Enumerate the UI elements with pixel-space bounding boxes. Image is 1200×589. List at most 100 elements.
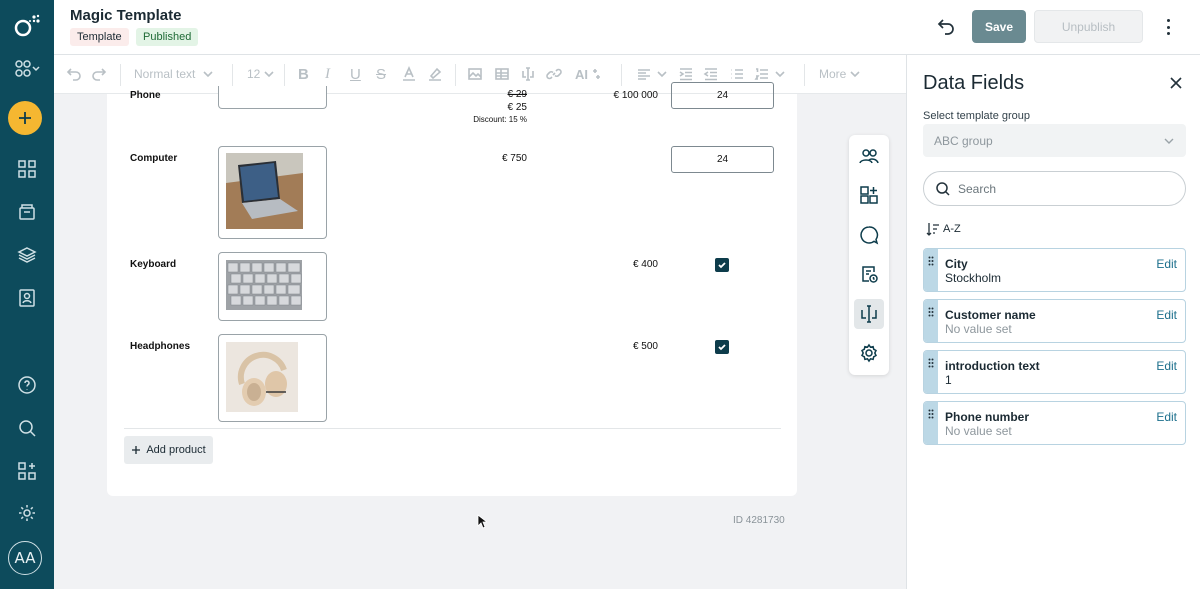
editor-toolbar: Normal text 12 B I U S AI More <box>54 55 906 94</box>
quantity-field[interactable]: 24 <box>671 82 774 109</box>
chevron-down-icon <box>203 71 213 78</box>
data-fields-icon[interactable] <box>854 299 884 329</box>
font-size-label: 12 <box>247 67 261 81</box>
italic-icon[interactable]: I <box>325 64 330 84</box>
more-options-icon[interactable] <box>1162 17 1174 37</box>
close-icon[interactable] <box>1169 76 1183 90</box>
save-button[interactable]: Save <box>972 10 1026 43</box>
numbered-list-select[interactable] <box>754 64 785 84</box>
field-name: Customer name <box>945 308 1036 322</box>
search-icon[interactable] <box>0 411 54 445</box>
recipients-icon[interactable] <box>854 141 884 171</box>
search-box[interactable] <box>923 171 1186 206</box>
edit-link[interactable]: Edit <box>1156 308 1177 322</box>
data-fields-panel: Data Fields Select template group ABC gr… <box>906 55 1200 589</box>
drag-handle-icon[interactable] <box>924 249 938 291</box>
document-canvas[interactable]: Phone € 29 € 25 Discount: 15 % € 100 000… <box>107 82 797 496</box>
sort-label: A-Z <box>943 223 961 235</box>
logo-icon[interactable] <box>0 8 54 42</box>
drag-handle-icon[interactable] <box>924 402 938 444</box>
settings-icon[interactable] <box>854 338 884 368</box>
document-id: ID 4281730 <box>733 515 785 526</box>
sort-icon <box>926 223 939 236</box>
nav-rail: AA <box>0 0 54 589</box>
discount-label: Discount: 15 % <box>473 115 527 124</box>
field-value: No value set <box>945 424 1012 438</box>
edit-link[interactable]: Edit <box>1156 359 1177 373</box>
text-color-icon[interactable] <box>401 64 417 84</box>
dashboard-icon[interactable] <box>0 152 54 186</box>
original-price: € 29 <box>507 89 527 100</box>
avatar[interactable]: AA <box>8 541 42 575</box>
chevron-down-icon <box>264 71 274 78</box>
more-menu[interactable]: More <box>819 64 860 84</box>
add-block-icon[interactable] <box>854 180 884 210</box>
image-icon[interactable] <box>467 64 483 84</box>
highlight-icon[interactable] <box>427 64 443 84</box>
indent-icon[interactable] <box>678 64 694 84</box>
template-group-select[interactable]: ABC group <box>923 124 1186 157</box>
history-icon[interactable] <box>854 259 884 289</box>
product-image-frame[interactable] <box>218 86 327 109</box>
revert-button[interactable] <box>936 16 956 36</box>
chevron-down-icon <box>850 71 860 78</box>
settings-icon[interactable] <box>0 496 54 530</box>
data-field-card[interactable]: Phone number No value set Edit <box>923 401 1186 445</box>
field-value: 1 <box>945 373 952 387</box>
plus-icon <box>132 446 141 454</box>
align-left-icon <box>638 69 650 80</box>
integrations-icon[interactable] <box>0 454 54 488</box>
text-style-select[interactable]: Normal text <box>134 64 213 84</box>
data-field-card[interactable]: introduction text 1 Edit <box>923 350 1186 394</box>
ai-assist-icon[interactable]: AI <box>575 64 601 84</box>
status-badge: Published <box>136 28 199 46</box>
product-image-frame[interactable] <box>218 146 327 239</box>
field-name: introduction text <box>945 359 1040 373</box>
product-total: € 400 <box>632 259 658 270</box>
undo-arrow-icon <box>937 19 954 35</box>
data-field-card[interactable]: City Stockholm Edit <box>923 248 1186 292</box>
undo-icon[interactable] <box>66 64 82 84</box>
table-icon[interactable] <box>494 64 510 84</box>
underline-icon[interactable]: U <box>350 64 361 84</box>
page-title: Magic Template <box>70 7 182 24</box>
drag-handle-icon[interactable] <box>924 300 938 342</box>
layers-icon[interactable] <box>0 238 54 272</box>
add-button[interactable] <box>8 101 42 135</box>
search-input[interactable] <box>958 180 1168 198</box>
font-size-select[interactable]: 12 <box>247 64 274 84</box>
field-insert-icon[interactable] <box>520 64 536 84</box>
help-icon[interactable] <box>0 368 54 402</box>
chevron-down-icon <box>657 71 667 78</box>
drag-handle-icon[interactable] <box>924 351 938 393</box>
product-image-frame[interactable] <box>218 252 327 321</box>
contacts-icon[interactable] <box>0 281 54 315</box>
more-label: More <box>819 67 847 81</box>
strikethrough-icon[interactable]: S <box>376 64 386 84</box>
template-group-label: Select template group <box>923 110 1031 122</box>
checkbox-checked[interactable] <box>715 258 729 272</box>
redo-icon[interactable] <box>91 64 107 84</box>
documents-icon[interactable] <box>0 195 54 229</box>
outdent-icon[interactable] <box>703 64 719 84</box>
product-name: Computer <box>130 153 178 164</box>
edit-link[interactable]: Edit <box>1156 257 1177 271</box>
align-select[interactable] <box>636 64 667 84</box>
product-total: € 100 000 <box>613 90 659 101</box>
product-image-frame[interactable] <box>218 334 327 422</box>
sort-toggle[interactable]: A-Z <box>926 222 961 236</box>
product-total: € 500 <box>632 341 658 352</box>
bold-icon[interactable]: B <box>298 64 309 84</box>
apps-switcher-icon[interactable] <box>0 52 54 86</box>
quantity-field[interactable]: 24 <box>671 146 774 173</box>
edit-link[interactable]: Edit <box>1156 410 1177 424</box>
bullet-list-icon[interactable] <box>729 64 745 84</box>
data-field-card[interactable]: Customer name No value set Edit <box>923 299 1186 343</box>
link-icon[interactable] <box>546 64 562 84</box>
add-product-button[interactable]: Add product <box>124 436 213 464</box>
add-icon <box>19 112 31 124</box>
unpublish-button[interactable]: Unpublish <box>1034 10 1143 43</box>
headphones-image <box>226 342 298 412</box>
checkbox-checked[interactable] <box>715 340 729 354</box>
comments-icon[interactable] <box>854 220 884 250</box>
